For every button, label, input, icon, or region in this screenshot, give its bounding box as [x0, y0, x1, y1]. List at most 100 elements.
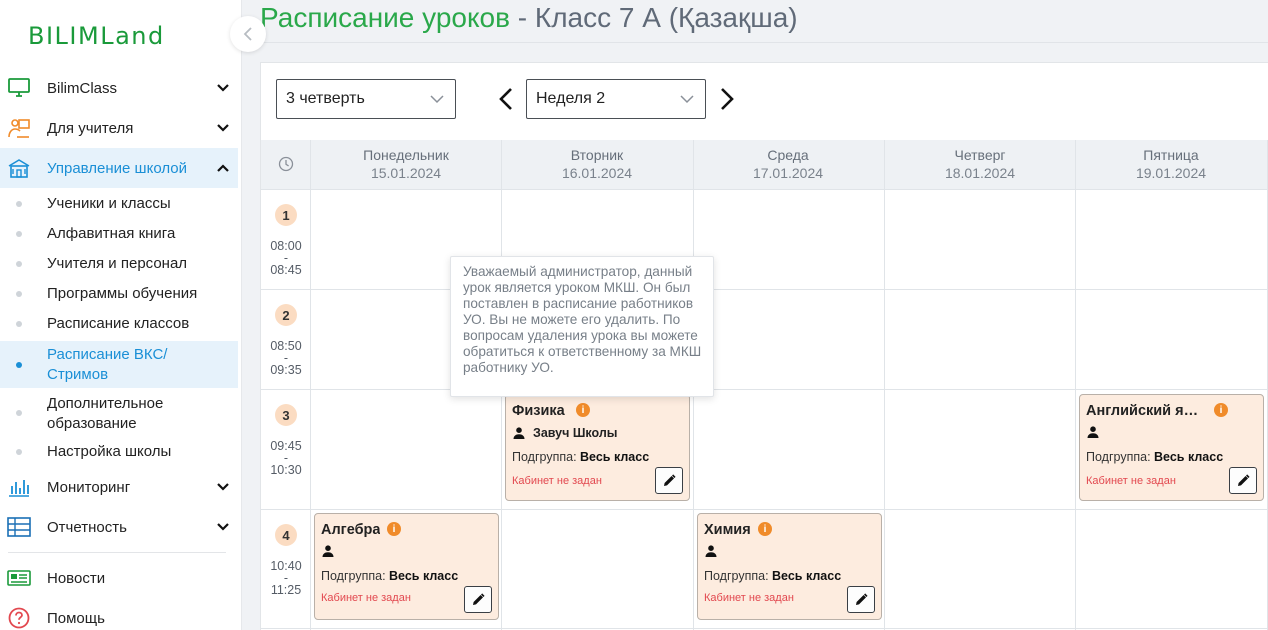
- sidebar-collapse-button[interactable]: [230, 16, 266, 52]
- chevron-down-icon[interactable]: [216, 481, 230, 493]
- lesson-card-physics[interactable]: Физика i Завуч Школы Подгруппа: Весь кла…: [505, 394, 690, 501]
- info-icon[interactable]: i: [758, 522, 772, 536]
- sidebar-item-label: Для учителя: [47, 119, 134, 137]
- day-name: Среда: [767, 147, 809, 163]
- lesson-card-chemistry[interactable]: Химия i Подгруппа: Весь класс Кабинет не…: [697, 513, 882, 620]
- pencil-icon: [663, 474, 676, 486]
- sidebar-subitem-class-schedule[interactable]: Расписание классов: [0, 314, 242, 336]
- grid-line: [884, 140, 885, 630]
- sidebar-item-label: Новости: [47, 569, 106, 587]
- chevron-down-icon[interactable]: [216, 521, 230, 533]
- teacher-icon: [8, 119, 30, 138]
- week-select[interactable]: Неделя 2: [526, 79, 706, 119]
- bullet-dot: [16, 321, 22, 327]
- day-header-thursday: Четверг 18.01.2024: [885, 146, 1075, 182]
- sidebar-item-label: Управление школой: [47, 159, 187, 177]
- subgroup-label: Подгруппа:: [1086, 450, 1155, 464]
- time-end: 08:45: [270, 263, 302, 277]
- lesson-card-english[interactable]: Английский язык i Подгруппа: Весь класс …: [1079, 394, 1264, 501]
- sidebar-item-label: Помощь: [47, 609, 105, 627]
- person-icon: [513, 427, 525, 439]
- chevron-left-icon: [243, 27, 252, 41]
- info-icon[interactable]: i: [576, 403, 590, 417]
- sidebar-item-label: BilimClass: [47, 79, 118, 97]
- page-title: Расписание уроков - Класс 7 А (Қазақша): [260, 2, 798, 34]
- lesson-room: Кабинет не задан: [321, 592, 411, 604]
- lesson-card-algebra[interactable]: Алгебра i Подгруппа: Весь класс Кабинет …: [314, 513, 499, 620]
- page-header: Расписание уроков - Класс 7 А (Қазақша): [242, 0, 1268, 43]
- subgroup-value: Весь класс: [772, 569, 842, 583]
- time-end: 10:30: [270, 463, 302, 477]
- sidebar: BILIMLand BilimClass Для учителя Управле…: [0, 0, 242, 630]
- day-date: 18.01.2024: [944, 165, 1016, 181]
- chevron-down-icon[interactable]: [216, 82, 230, 94]
- pencil-icon: [472, 593, 485, 605]
- lesson-time: 10:40-11:25: [261, 560, 311, 597]
- sidebar-subitem-students[interactable]: Ученики и классы: [0, 194, 242, 216]
- day-name: Пятница: [1143, 147, 1199, 163]
- monitor-icon: [8, 78, 30, 97]
- person-icon: [322, 545, 334, 557]
- school-icon: [8, 159, 30, 178]
- sidebar-item-news[interactable]: Новости: [0, 558, 242, 598]
- bullet-dot: [16, 231, 22, 237]
- sidebar-subitem-teachers-staff[interactable]: Учителя и персонал: [0, 254, 242, 276]
- sidebar-item-label: Отчетность: [47, 518, 127, 536]
- bilimland-logo[interactable]: BILIMLand: [28, 22, 165, 50]
- table-icon: [7, 517, 31, 537]
- page-title-main: Расписание уроков: [260, 2, 510, 33]
- grid-line: [261, 289, 1268, 290]
- sidebar-subitem-school-settings[interactable]: Настройка школы: [0, 442, 242, 464]
- edit-lesson-button[interactable]: [655, 467, 683, 494]
- sidebar-subitem-label: Программы обучения: [47, 285, 198, 302]
- grid-line: [261, 628, 1268, 629]
- sidebar-subitem-label: Ученики и классы: [47, 195, 171, 212]
- lesson-subgroup: Подгруппа: Весь класс: [512, 450, 649, 464]
- sidebar-subitem-label: Дополнительное образование: [47, 395, 164, 432]
- quarter-select[interactable]: 3 четверть: [276, 79, 456, 119]
- prev-week-arrow-icon[interactable]: [497, 87, 515, 111]
- lesson-number-badge: 4: [275, 524, 297, 546]
- subgroup-value: Весь класс: [580, 450, 650, 464]
- day-header-wednesday: Среда 17.01.2024: [693, 146, 883, 182]
- sidebar-item-reports[interactable]: Отчетность: [0, 507, 242, 547]
- sidebar-item-for-teacher[interactable]: Для учителя: [0, 108, 242, 148]
- lesson-teacher: [322, 545, 342, 557]
- next-week-arrow-icon[interactable]: [718, 87, 736, 111]
- person-icon: [1087, 426, 1099, 438]
- grid-line: [261, 189, 1268, 190]
- sidebar-item-help[interactable]: Помощь: [0, 598, 242, 630]
- info-icon[interactable]: i: [387, 522, 401, 536]
- day-date: 15.01.2024: [370, 165, 442, 181]
- lesson-teacher: Завуч Школы: [513, 426, 617, 440]
- day-header-monday: Понедельник 15.01.2024: [311, 146, 501, 182]
- sidebar-item-bilimclass[interactable]: BilimClass: [0, 68, 242, 108]
- edit-lesson-button[interactable]: [1229, 467, 1257, 494]
- lesson-number-badge: 2: [275, 304, 297, 326]
- bullet-dot: [16, 261, 22, 267]
- sidebar-subitem-alphabet-book[interactable]: Алфавитная книга: [0, 224, 242, 246]
- chart-bars-icon: [9, 480, 29, 497]
- lesson-number-badge: 1: [275, 204, 297, 226]
- day-name: Четверг: [954, 147, 1006, 163]
- sidebar-subitem-vks-schedule[interactable]: Расписание ВКС/ Стримов: [0, 341, 238, 388]
- sidebar-subitem-extra-education[interactable]: Дополнительное образование: [0, 393, 242, 435]
- sidebar-item-school-management[interactable]: Управление школой: [0, 148, 238, 188]
- lesson-subject: Физика: [512, 403, 565, 419]
- bullet-dot: [16, 291, 22, 297]
- edit-lesson-button[interactable]: [847, 586, 875, 613]
- day-name: Вторник: [570, 147, 624, 163]
- lesson-teacher: [1087, 426, 1107, 438]
- grid-line: [261, 389, 1268, 390]
- chevron-down-icon[interactable]: [216, 122, 230, 134]
- person-icon: [705, 545, 717, 557]
- edit-lesson-button[interactable]: [464, 586, 492, 613]
- sidebar-item-monitoring[interactable]: Мониторинг: [0, 467, 242, 507]
- chevron-up-icon[interactable]: [216, 162, 230, 174]
- sidebar-divider: [8, 552, 226, 553]
- info-icon[interactable]: i: [1214, 403, 1228, 417]
- sidebar-subitem-programs[interactable]: Программы обучения: [0, 284, 242, 306]
- lesson-subject: Алгебра: [321, 522, 381, 538]
- lesson-time: 08:00-08:45: [261, 240, 311, 277]
- sidebar-subitem-label: Настройка школы: [47, 443, 172, 460]
